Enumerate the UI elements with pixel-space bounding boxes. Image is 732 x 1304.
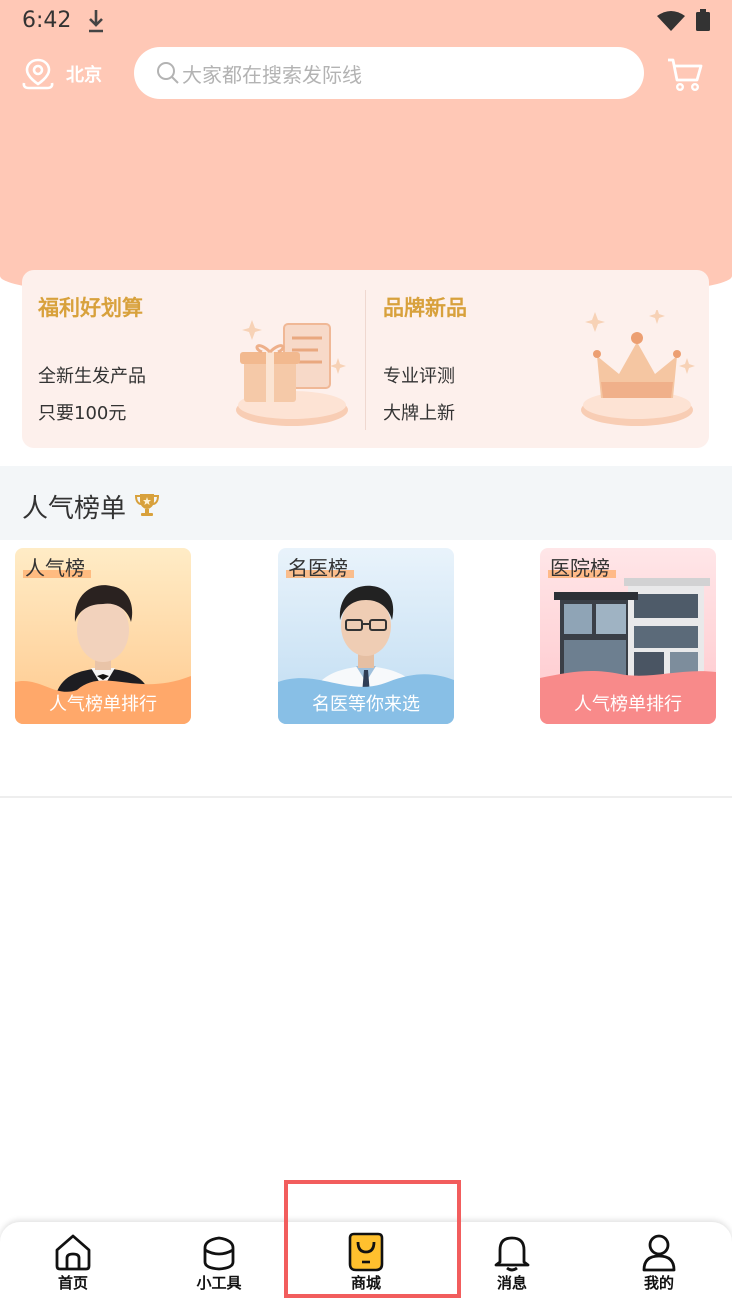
location-pin-icon: [22, 58, 54, 90]
tab-home[interactable]: 首页: [0, 1222, 146, 1304]
trophy-icon: [134, 494, 160, 516]
location-selector[interactable]: 北京: [20, 56, 102, 92]
bottom-tab-bar: 首页 小工具 商城 消息 我的: [0, 1222, 732, 1304]
search-input[interactable]: 大家都在搜索发际线: [134, 47, 644, 99]
section-divider: [0, 796, 732, 798]
promo-title: 福利好划算: [38, 296, 143, 320]
rank-tag: 医院榜: [550, 556, 610, 580]
rank-card-popularity[interactable]: 人气榜 人气榜单排行: [15, 548, 191, 724]
home-icon: [55, 1234, 91, 1271]
promo-line: 专业评测: [383, 366, 455, 387]
search-placeholder: 大家都在搜索发际线: [182, 62, 362, 87]
tab-label: 消息: [496, 1274, 527, 1292]
rank-caption: 名医等你来选: [312, 694, 420, 715]
wifi-icon: [657, 11, 685, 31]
download-icon: [89, 10, 103, 33]
promo-title: 品牌新品: [383, 296, 467, 320]
section-title: 人气榜单: [22, 494, 127, 524]
rank-tag: 人气榜: [25, 556, 85, 580]
rank-caption: 人气榜单排行: [574, 694, 682, 715]
rank-caption: 人气榜单排行: [49, 694, 157, 715]
tab-profile[interactable]: 我的: [586, 1222, 732, 1304]
promo-panel: 福利好划算 全新生发产品 只要100元 品牌新品 专业评测 大牌上新: [22, 270, 709, 448]
promo-line: 只要100元: [38, 403, 127, 424]
location-label: 北京: [66, 65, 102, 86]
bell-icon: [494, 1236, 530, 1272]
promo-line: 大牌上新: [383, 403, 455, 424]
tab-label: 我的: [643, 1274, 674, 1292]
gift-icon: [236, 320, 348, 426]
user-icon: [642, 1234, 676, 1272]
tab-shop[interactable]: 商城: [293, 1222, 439, 1304]
tools-icon: [203, 1236, 235, 1271]
promo-line: 全新生发产品: [38, 366, 146, 387]
header-background: [0, 0, 732, 300]
search-icon: [157, 62, 179, 84]
promo-divider: [365, 290, 366, 430]
promo-card-welfare[interactable]: 福利好划算 全新生发产品 只要100元: [22, 270, 362, 448]
cart-icon[interactable]: [666, 56, 704, 92]
rank-card-hospitals[interactable]: 医院榜 人气榜单排行: [540, 548, 716, 724]
status-time: 6:42: [22, 8, 72, 33]
ranking-section-header: 人气榜单: [0, 466, 732, 540]
tab-messages[interactable]: 消息: [439, 1222, 585, 1304]
tab-label: 小工具: [196, 1274, 242, 1292]
status-bar: 6:42: [0, 0, 732, 42]
battery-icon: [696, 9, 710, 31]
rank-card-doctors[interactable]: 名医榜 名医等你来选: [278, 548, 454, 724]
rank-tag: 名医榜: [288, 556, 348, 580]
promo-card-brand[interactable]: 品牌新品 专业评测 大牌上新: [367, 270, 707, 448]
tab-label: 首页: [57, 1274, 88, 1292]
shop-bag-icon: [348, 1232, 384, 1272]
tab-label: 商城: [350, 1274, 381, 1292]
tab-tools[interactable]: 小工具: [146, 1222, 292, 1304]
crown-icon: [581, 310, 695, 426]
